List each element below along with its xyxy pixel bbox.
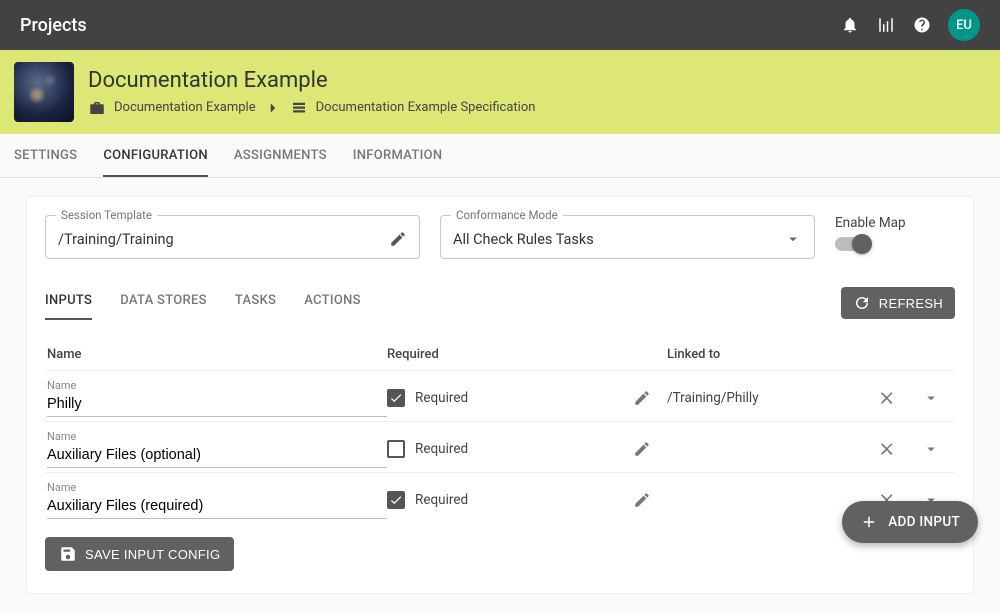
- page-title: Documentation Example: [88, 68, 535, 93]
- save-input-config-button[interactable]: SAVE INPUT CONFIG: [45, 537, 234, 571]
- subtab-inputs[interactable]: INPUTS: [45, 285, 92, 320]
- session-template-label: Session Template: [56, 208, 157, 222]
- caret-down-icon: [784, 230, 802, 248]
- subtab-data-stores[interactable]: DATA STORES: [120, 285, 207, 320]
- name-field-label: Name: [47, 430, 387, 443]
- enable-map-label: Enable Map: [835, 215, 955, 231]
- session-template-field[interactable]: Session Template /Training/Training: [45, 215, 420, 259]
- enable-map-control: Enable Map: [835, 215, 955, 251]
- project-banner: Documentation Example Documentation Exam…: [0, 50, 1000, 134]
- chevron-right-icon: [264, 99, 282, 117]
- tab-information[interactable]: INFORMATION: [353, 134, 443, 177]
- table-row: Name Required /Training/Philly: [45, 370, 955, 421]
- table-row: Name Required: [45, 421, 955, 472]
- required-label: Required: [415, 492, 468, 508]
- session-template-value: /Training/Training: [58, 231, 389, 248]
- required-label: Required: [415, 390, 468, 406]
- help-icon[interactable]: [904, 7, 940, 43]
- input-name-field[interactable]: [47, 392, 387, 417]
- tab-assignments[interactable]: ASSIGNMENTS: [234, 134, 327, 177]
- name-field-label: Name: [47, 379, 387, 392]
- col-required: Required: [387, 347, 617, 362]
- conformance-mode-label: Conformance Mode: [451, 208, 563, 222]
- subtab-actions[interactable]: ACTIONS: [304, 285, 361, 320]
- refresh-button[interactable]: REFRESH: [841, 287, 955, 319]
- avatar[interactable]: EU: [948, 9, 980, 41]
- breadcrumb-leaf[interactable]: Documentation Example Specification: [316, 100, 536, 115]
- tab-configuration[interactable]: CONFIGURATION: [103, 134, 208, 177]
- required-checkbox[interactable]: [387, 440, 405, 458]
- delete-row-button[interactable]: [865, 440, 909, 458]
- save-icon: [59, 545, 77, 563]
- edit-row-button[interactable]: [617, 389, 667, 407]
- expand-row-button[interactable]: [909, 440, 953, 458]
- expand-row-button[interactable]: [909, 389, 953, 407]
- sub-tabs: INPUTS DATA STORES TASKS ACTIONS: [45, 285, 841, 321]
- conformance-mode-value: All Check Rules Tasks: [453, 231, 784, 248]
- linked-to-value: /Training/Philly: [667, 390, 865, 406]
- list-icon: [290, 99, 308, 117]
- app-bar: Projects EU: [0, 0, 1000, 50]
- col-linked: Linked to: [667, 347, 865, 362]
- tab-settings[interactable]: SETTINGS: [14, 134, 77, 177]
- notifications-icon[interactable]: [832, 7, 868, 43]
- project-thumbnail: [14, 62, 74, 122]
- edit-row-button[interactable]: [617, 491, 667, 509]
- table-row: Name Required: [45, 472, 955, 523]
- enable-map-switch[interactable]: [835, 237, 869, 251]
- add-input-button[interactable]: ADD INPUT: [842, 501, 978, 543]
- required-checkbox[interactable]: [387, 389, 405, 407]
- col-name: Name: [47, 347, 387, 362]
- breadcrumb: Documentation Example Documentation Exam…: [88, 99, 535, 117]
- input-name-field[interactable]: [47, 443, 387, 468]
- briefcase-icon: [88, 99, 106, 117]
- inputs-table: Name Required Linked to Name Required /T…: [45, 341, 955, 523]
- required-label: Required: [415, 441, 468, 457]
- edit-row-button[interactable]: [617, 440, 667, 458]
- conformance-mode-select[interactable]: Conformance Mode All Check Rules Tasks: [440, 215, 815, 259]
- config-card: Session Template /Training/Training Conf…: [26, 196, 974, 594]
- subtab-tasks[interactable]: TASKS: [235, 285, 276, 320]
- plus-icon: [860, 513, 878, 531]
- edit-session-template-button[interactable]: [389, 230, 407, 248]
- refresh-icon: [853, 294, 871, 312]
- main-tabs: SETTINGS CONFIGURATION ASSIGNMENTS INFOR…: [0, 134, 1000, 178]
- input-name-field[interactable]: [47, 494, 387, 519]
- required-checkbox[interactable]: [387, 491, 405, 509]
- breadcrumb-root[interactable]: Documentation Example: [114, 100, 256, 115]
- name-field-label: Name: [47, 481, 387, 494]
- analytics-icon[interactable]: [868, 7, 904, 43]
- delete-row-button[interactable]: [865, 389, 909, 407]
- app-title: Projects: [20, 15, 832, 36]
